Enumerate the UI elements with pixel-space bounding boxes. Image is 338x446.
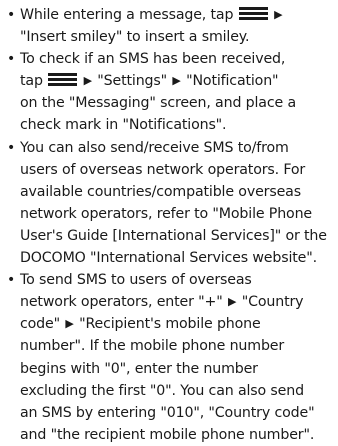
text-segment: code" <box>20 316 60 333</box>
text-line: and "the recipient mobile phone number". <box>20 426 315 443</box>
text-line: network operators, refer to "Mobile Phon… <box>20 205 312 222</box>
bullet-mark: • <box>7 7 16 23</box>
text-segment: "Settings" <box>97 73 168 90</box>
text-line: tap ▶ "Settings" ▶ "Notification" <box>20 70 334 92</box>
text-line: number". If the mobile phone number <box>20 338 285 355</box>
list-item: • You can also send/receive SMS to/from … <box>4 137 334 270</box>
text-line: While entering a message, tap ▶ <box>20 4 334 26</box>
menu-key-icon <box>48 73 78 87</box>
text-segment: "Notification" <box>186 73 279 90</box>
text-line: check mark in "Notifications". <box>20 117 227 134</box>
list-item: • While entering a message, tap ▶ "Inser… <box>4 4 334 48</box>
text-line: To check if an SMS has been received, <box>20 51 286 68</box>
arrow-right-icon: ▶ <box>228 295 237 309</box>
text-line: on the "Messaging" screen, and place a <box>20 95 296 112</box>
text-line: You can also send/receive SMS to/from <box>20 139 289 156</box>
text-line: an SMS by entering "010", "Country code" <box>20 404 315 421</box>
text-line: network operators, enter "+" ▶ "Country <box>20 291 334 313</box>
notes-list: • While entering a message, tap ▶ "Inser… <box>4 4 334 446</box>
bullet-mark: • <box>7 139 16 156</box>
arrow-right-icon: ▶ <box>274 8 283 21</box>
bullet-mark: • <box>7 272 16 289</box>
document-page: • While entering a message, tap ▶ "Inser… <box>0 0 338 443</box>
text-line: available countries/compatible overseas <box>20 183 301 200</box>
text-line: User's Guide [International Services]" o… <box>20 227 327 244</box>
menu-key-icon <box>238 7 268 20</box>
text-segment: "Recipient's mobile phone <box>79 316 261 333</box>
text-line: DOCOMO "International Services website". <box>20 250 318 267</box>
text-line: excluding the first "0". You can also se… <box>20 382 304 399</box>
text-line: "Insert smiley" to insert a smiley. <box>20 29 250 46</box>
text-line: To send SMS to users of overseas <box>20 272 252 289</box>
text-segment: network operators, enter "+" <box>20 294 223 311</box>
list-item: • To send SMS to users of overseas netwo… <box>4 269 334 446</box>
arrow-right-icon: ▶ <box>172 74 181 88</box>
text-line: begins with "0", enter the number <box>20 360 258 377</box>
bullet-mark: • <box>7 51 16 68</box>
list-item: • To check if an SMS has been received, … <box>4 48 334 136</box>
arrow-right-icon: ▶ <box>65 317 74 331</box>
text-segment: While entering a message, tap <box>20 7 234 23</box>
arrow-right-icon: ▶ <box>83 74 92 88</box>
text-line: users of overseas network operators. For <box>20 161 306 178</box>
text-line: code" ▶ "Recipient's mobile phone <box>20 313 334 335</box>
text-segment: "Country <box>241 294 304 311</box>
text-segment: tap <box>20 73 43 90</box>
